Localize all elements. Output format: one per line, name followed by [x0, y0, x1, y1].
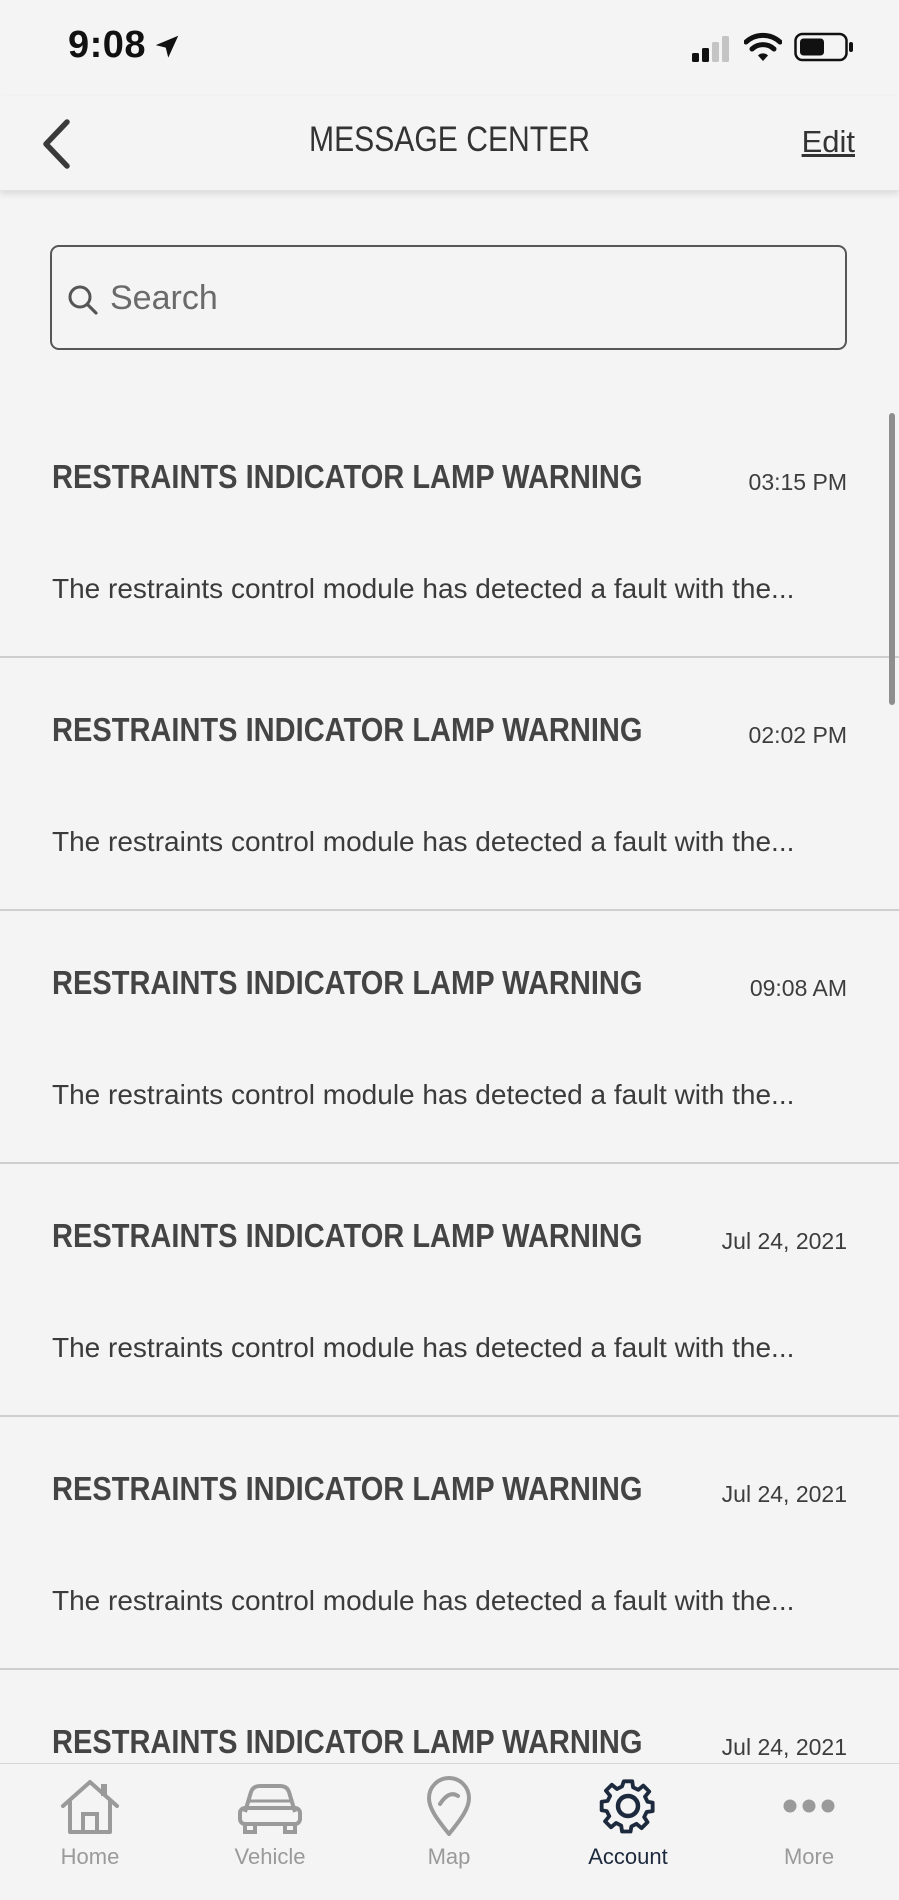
- message-preview: The restraints control module has detect…: [52, 1079, 795, 1110]
- message-timestamp: Jul 24, 2021: [721, 1481, 847, 1507]
- status-time: 9:08: [68, 24, 147, 66]
- message-title: RESTRAINTS INDICATOR LAMP WARNING: [52, 458, 643, 495]
- message-title: RESTRAINTS INDICATOR LAMP WARNING: [52, 1723, 643, 1760]
- page-title: MESSAGE CENTER: [308, 120, 590, 159]
- tab-vehicle[interactable]: Vehicle: [180, 1764, 360, 1900]
- edit-button[interactable]: Edit: [802, 124, 855, 160]
- tab-account[interactable]: Account: [538, 1764, 718, 1900]
- message-item[interactable]: RESTRAINTS INDICATOR LAMP WARNING Jul 24…: [0, 1417, 899, 1670]
- search-field[interactable]: [50, 245, 847, 350]
- tab-map[interactable]: Map: [359, 1764, 539, 1900]
- message-timestamp: Jul 24, 2021: [721, 1734, 847, 1760]
- message-center-screen: 9:08 MESSAGE CENTER Edit Search RESTRAIN…: [0, 0, 899, 1900]
- nav-header: MESSAGE CENTER Edit: [0, 96, 899, 191]
- car-icon: [238, 1784, 302, 1834]
- search-icon: [68, 285, 98, 315]
- message-timestamp: 03:15 PM: [748, 469, 847, 495]
- message-item[interactable]: RESTRAINTS INDICATOR LAMP WARNING Jul 24…: [0, 1164, 899, 1417]
- status-bar: 9:08: [0, 0, 899, 96]
- message-item[interactable]: RESTRAINTS INDICATOR LAMP WARNING 02:02 …: [0, 658, 899, 911]
- gear-icon: [599, 1779, 655, 1834]
- message-title: RESTRAINTS INDICATOR LAMP WARNING: [52, 964, 643, 1001]
- message-title: RESTRAINTS INDICATOR LAMP WARNING: [52, 1470, 643, 1507]
- tab-label: Vehicle: [234, 1844, 306, 1869]
- tab-label: Map: [427, 1844, 471, 1869]
- message-timestamp: 09:08 AM: [749, 975, 847, 1001]
- message-preview: The restraints control module has detect…: [52, 1332, 795, 1363]
- battery-icon: [794, 32, 853, 62]
- message-title: RESTRAINTS INDICATOR LAMP WARNING: [52, 1217, 643, 1254]
- tab-label: Account: [588, 1844, 668, 1869]
- message-timestamp: 02:02 PM: [748, 722, 847, 748]
- location-arrow-icon: [155, 35, 179, 58]
- cellular-signal-icon: [692, 36, 729, 62]
- message-preview: The restraints control module has detect…: [52, 573, 795, 604]
- more-dots-icon: [783, 1799, 835, 1813]
- message-title: RESTRAINTS INDICATOR LAMP WARNING: [52, 711, 643, 748]
- tab-bar: Home Vehicle Map Account More: [0, 1763, 899, 1900]
- scrollbar[interactable]: [889, 413, 895, 705]
- tab-label: Home: [60, 1844, 120, 1869]
- tab-label: More: [783, 1844, 835, 1869]
- tab-home[interactable]: Home: [0, 1764, 180, 1900]
- wifi-icon: [744, 32, 782, 61]
- message-item[interactable]: RESTRAINTS INDICATOR LAMP WARNING 03:15 …: [0, 405, 899, 658]
- tab-more[interactable]: More: [719, 1764, 899, 1900]
- message-timestamp: Jul 24, 2021: [721, 1228, 847, 1254]
- map-pin-icon: [427, 1776, 471, 1836]
- message-list[interactable]: RESTRAINTS INDICATOR LAMP WARNING 03:15 …: [0, 405, 899, 1900]
- message-preview: The restraints control module has detect…: [52, 1585, 795, 1616]
- message-preview: The restraints control module has detect…: [52, 826, 795, 857]
- message-item[interactable]: RESTRAINTS INDICATOR LAMP WARNING 09:08 …: [0, 911, 899, 1164]
- home-icon: [61, 1780, 119, 1834]
- search-input[interactable]: [108, 247, 812, 350]
